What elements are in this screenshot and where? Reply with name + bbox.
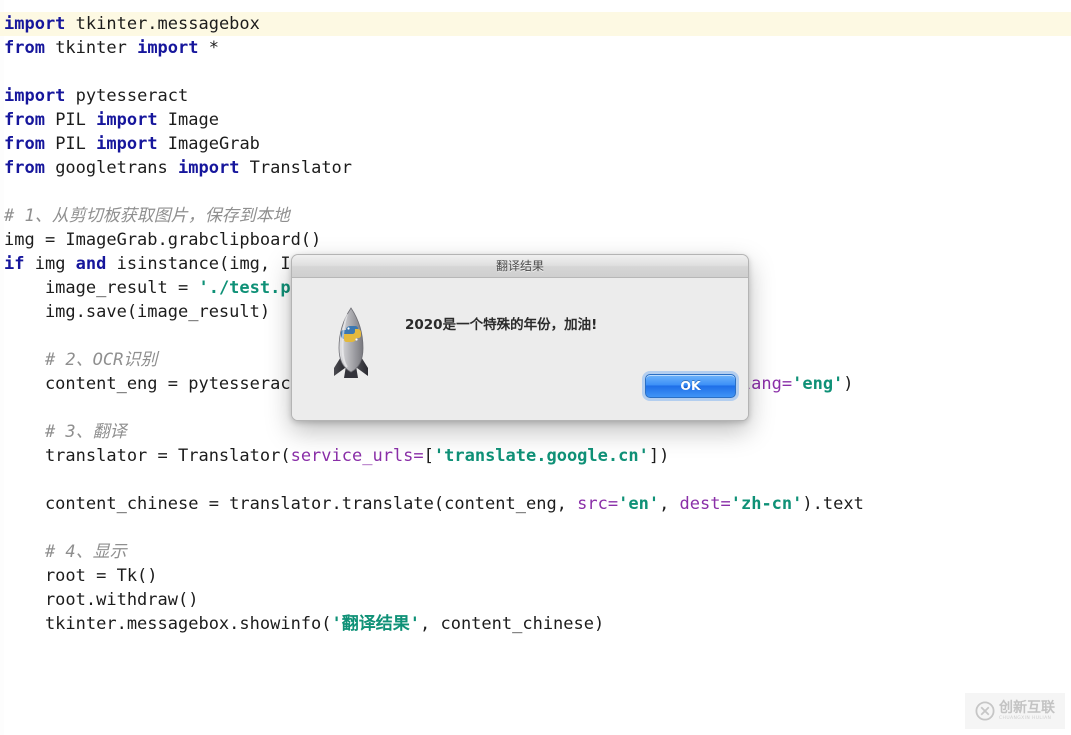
code-token: src= bbox=[577, 494, 619, 514]
watermark-en-text: CHUANGXIN HULIAN bbox=[999, 715, 1052, 721]
code-token: and bbox=[75, 254, 107, 274]
code-token: ]) bbox=[648, 446, 670, 466]
code-line[interactable]: # 3、翻译 bbox=[0, 420, 1071, 444]
code-line[interactable]: root = Tk() bbox=[0, 564, 1071, 588]
code-token: 'en' bbox=[618, 494, 660, 514]
code-token: PIL bbox=[44, 134, 97, 154]
code-token: # 3、翻译 bbox=[4, 422, 127, 442]
code-line[interactable]: from PIL import Image bbox=[0, 108, 1071, 132]
code-line[interactable]: # 1、从剪切板获取图片，保存到本地 bbox=[0, 204, 1071, 228]
translation-result-dialog[interactable]: 翻译结果 2020是一个特殊的年份，加油! OK bbox=[291, 254, 749, 421]
code-line[interactable]: from PIL import ImageGrab bbox=[0, 132, 1071, 156]
code-token: from bbox=[4, 134, 45, 154]
code-token: service_urls= bbox=[290, 446, 424, 466]
code-line[interactable] bbox=[0, 468, 1071, 492]
code-token: import bbox=[137, 38, 199, 58]
code-line[interactable]: root.withdraw() bbox=[0, 588, 1071, 612]
code-token: import bbox=[4, 14, 66, 34]
code-line[interactable] bbox=[0, 60, 1071, 84]
code-token: from bbox=[4, 38, 45, 58]
code-token: # 2、OCR识别 bbox=[4, 350, 158, 370]
code-token: ImageGrab bbox=[157, 134, 260, 154]
dialog-titlebar: 翻译结果 bbox=[292, 255, 748, 278]
code-token: import bbox=[4, 86, 66, 106]
code-token: 'eng' bbox=[792, 374, 844, 394]
code-token: root = Tk() bbox=[4, 566, 158, 586]
ok-button[interactable]: OK bbox=[645, 374, 736, 398]
code-token: tkinter bbox=[44, 38, 138, 58]
code-token: [ bbox=[423, 446, 434, 466]
code-line[interactable] bbox=[0, 180, 1071, 204]
dialog-message-text: 2020是一个特殊的年份，加油! bbox=[405, 317, 598, 333]
code-token: googletrans bbox=[44, 158, 179, 178]
python-rocket-icon bbox=[328, 306, 374, 382]
code-token: dest= bbox=[679, 494, 731, 514]
code-token: , content_chinese) bbox=[420, 614, 605, 634]
code-token: content_chinese = translator.translate(c… bbox=[4, 494, 578, 514]
dialog-body: 2020是一个特殊的年份，加油! OK bbox=[292, 278, 748, 420]
code-token: if bbox=[4, 254, 25, 274]
code-token: img bbox=[24, 254, 76, 274]
code-token: Translator bbox=[239, 158, 353, 178]
code-token: Image bbox=[157, 110, 219, 130]
code-line[interactable]: from googletrans import Translator bbox=[0, 156, 1071, 180]
code-token: img.save(image_result) bbox=[4, 302, 271, 322]
code-line[interactable]: # 4、显示 bbox=[0, 540, 1071, 564]
code-line[interactable]: tkinter.messagebox.showinfo('翻译结果', cont… bbox=[0, 612, 1071, 636]
code-token: tkinter.messagebox.showinfo( bbox=[4, 614, 332, 634]
code-token: ).text bbox=[802, 494, 864, 514]
code-token: img = ImageGrab.grabclipboard() bbox=[4, 230, 322, 250]
code-token: image_result = bbox=[4, 278, 199, 298]
code-token: PIL bbox=[44, 110, 97, 130]
code-token: ) bbox=[843, 374, 854, 394]
code-token: 'zh-cn' bbox=[730, 494, 803, 514]
code-token: import bbox=[96, 134, 158, 154]
code-token: translator = Translator( bbox=[4, 446, 291, 466]
code-token: import bbox=[178, 158, 240, 178]
watermark-logo-icon bbox=[975, 701, 995, 721]
code-line[interactable]: translator = Translator(service_urls=['t… bbox=[0, 444, 1071, 468]
code-token: '翻译结果' bbox=[331, 614, 420, 634]
code-token: tkinter.messagebox bbox=[65, 14, 260, 34]
code-token: # 1、从剪切板获取图片，保存到本地 bbox=[4, 206, 290, 226]
code-token: 'translate.google.cn' bbox=[433, 446, 649, 466]
code-token: # 4、显示 bbox=[4, 542, 127, 562]
code-line[interactable]: from tkinter import * bbox=[0, 36, 1071, 60]
code-line[interactable]: import tkinter.messagebox bbox=[0, 12, 1071, 36]
code-line[interactable] bbox=[0, 516, 1071, 540]
code-token: import bbox=[96, 110, 158, 130]
watermark: 创新互联 CHUANGXIN HULIAN bbox=[965, 693, 1065, 729]
watermark-cn-text: 创新互联 bbox=[999, 699, 1055, 716]
code-line[interactable]: import pytesseract bbox=[0, 84, 1071, 108]
code-token: pytesseract bbox=[65, 86, 189, 106]
code-line[interactable]: img = ImageGrab.grabclipboard() bbox=[0, 228, 1071, 252]
code-token: from bbox=[4, 110, 45, 130]
code-token: from bbox=[4, 158, 45, 178]
code-line[interactable]: content_chinese = translator.translate(c… bbox=[0, 492, 1071, 516]
code-token: , bbox=[659, 494, 680, 514]
code-token: root.withdraw() bbox=[4, 590, 199, 610]
code-token: * bbox=[198, 38, 219, 58]
